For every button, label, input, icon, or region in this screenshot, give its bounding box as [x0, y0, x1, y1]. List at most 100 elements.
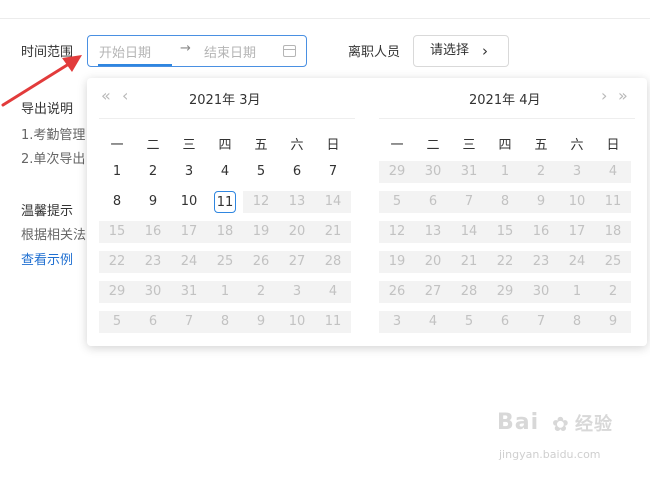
next-year-icon[interactable]: » — [618, 86, 628, 105]
date-cell[interactable]: 1 — [99, 161, 135, 183]
date-cell: 2 — [523, 161, 559, 183]
date-cell: 26 — [243, 251, 279, 273]
weekday-header: 一 — [110, 138, 124, 153]
date-cell[interactable]: 4 — [207, 161, 243, 183]
date-cell: 31 — [451, 161, 487, 183]
weekday-header: 日 — [606, 138, 620, 153]
next-month-icon[interactable]: › — [601, 86, 607, 105]
weekday-header: 一 — [390, 138, 404, 153]
date-cell: 9 — [243, 311, 279, 333]
date-cell: 8 — [487, 191, 523, 213]
weekday-header: 二 — [426, 138, 440, 153]
weekday-header: 日 — [326, 138, 340, 153]
date-cell: 27 — [279, 251, 315, 273]
select-staff-button[interactable]: 请选择 › — [413, 35, 509, 67]
date-cell: 16 — [135, 221, 171, 243]
date-cell: 16 — [523, 221, 559, 243]
date-cell[interactable]: 9 — [135, 191, 171, 213]
view-example-link[interactable]: 查看示例 — [21, 249, 73, 268]
date-cell: 20 — [415, 251, 451, 273]
date-cell: 25 — [595, 251, 631, 273]
date-cell: 9 — [523, 191, 559, 213]
date-cell: 21 — [451, 251, 487, 273]
date-cell: 6 — [135, 311, 171, 333]
date-cell: 3 — [279, 281, 315, 303]
paw-icon: ✿ — [552, 412, 569, 436]
date-cell: 11 — [595, 191, 631, 213]
right-month-header: 2021年 4月 — [469, 93, 541, 108]
weekday-header: 五 — [534, 138, 548, 153]
date-cell: 15 — [487, 221, 523, 243]
date-cell: 2 — [595, 281, 631, 303]
date-cell[interactable]: 10 — [171, 191, 207, 213]
date-cell: 30 — [135, 281, 171, 303]
date-cell: 4 — [595, 161, 631, 183]
tips-title: 温馨提示 — [21, 204, 74, 219]
date-cell: 4 — [315, 281, 351, 303]
active-field-indicator — [98, 64, 172, 66]
date-cell: 30 — [523, 281, 559, 303]
date-cell: 12 — [243, 191, 279, 213]
date-cell: 1 — [207, 281, 243, 303]
date-cell[interactable]: 5 — [243, 161, 279, 183]
date-cell[interactable]: 3 — [171, 161, 207, 183]
export-note-2: 2.单次导出 — [21, 152, 86, 167]
date-cell: 23 — [135, 251, 171, 273]
date-cell: 14 — [451, 221, 487, 243]
tips-line: 根据相关法 — [21, 228, 87, 243]
date-cell[interactable]: 2 — [135, 161, 171, 183]
date-cell: 19 — [243, 221, 279, 243]
date-cell: 15 — [99, 221, 135, 243]
date-cell: 1 — [487, 161, 523, 183]
date-cell: 1 — [559, 281, 595, 303]
date-cell[interactable]: 7 — [315, 161, 351, 183]
date-cell: 13 — [415, 221, 451, 243]
date-cell: 25 — [207, 251, 243, 273]
date-cell: 10 — [559, 191, 595, 213]
date-cell: 7 — [523, 311, 559, 333]
select-staff-label: 请选择 — [430, 43, 470, 58]
date-cell: 20 — [279, 221, 315, 243]
date-cell: 30 — [415, 161, 451, 183]
baidu-watermark: Bai ✿ 经验 jingyan.baidu.com — [497, 410, 617, 470]
export-note-1: 1.考勤管理 — [21, 128, 86, 143]
red-arrow-annotation — [1, 55, 82, 107]
date-cell: 3 — [379, 311, 415, 333]
date-cell: 18 — [207, 221, 243, 243]
weekday-header: 二 — [146, 138, 160, 153]
date-cell: 22 — [487, 251, 523, 273]
start-date-input[interactable]: 开始日期 — [99, 42, 151, 61]
left-month-header: 2021年 3月 — [189, 93, 261, 108]
date-cell: 29 — [379, 161, 415, 183]
date-cell: 5 — [99, 311, 135, 333]
chevron-right-icon: › — [482, 42, 488, 60]
date-cell: 17 — [171, 221, 207, 243]
date-cell: 9 — [595, 311, 631, 333]
date-cell: 24 — [171, 251, 207, 273]
prev-month-icon[interactable]: ‹ — [122, 86, 128, 105]
weekday-header: 三 — [462, 138, 476, 153]
weekday-header: 三 — [182, 138, 196, 153]
weekday-header: 五 — [254, 138, 268, 153]
watermark-url: jingyan.baidu.com — [499, 448, 601, 461]
date-cell[interactable]: 6 — [279, 161, 315, 183]
date-cell: 21 — [315, 221, 351, 243]
range-separator: → — [180, 41, 191, 56]
resigned-staff-label: 离职人员 — [348, 45, 401, 60]
prev-year-icon[interactable]: « — [101, 86, 111, 105]
date-range-picker[interactable]: 开始日期 → 结束日期 — [87, 35, 307, 67]
date-cell: 3 — [559, 161, 595, 183]
date-cell: 14 — [315, 191, 351, 213]
date-cell: 8 — [559, 311, 595, 333]
end-date-input[interactable]: 结束日期 — [204, 42, 256, 61]
date-cell: 23 — [523, 251, 559, 273]
today-date-cell[interactable]: 11 — [214, 191, 236, 213]
date-cell: 11 — [315, 311, 351, 333]
date-cell: 28 — [315, 251, 351, 273]
weekday-header: 六 — [570, 138, 584, 153]
date-cell: 31 — [171, 281, 207, 303]
date-cell: 6 — [415, 191, 451, 213]
right-header-divider — [379, 118, 635, 119]
weekday-header: 四 — [498, 138, 512, 153]
date-cell[interactable]: 8 — [99, 191, 135, 213]
